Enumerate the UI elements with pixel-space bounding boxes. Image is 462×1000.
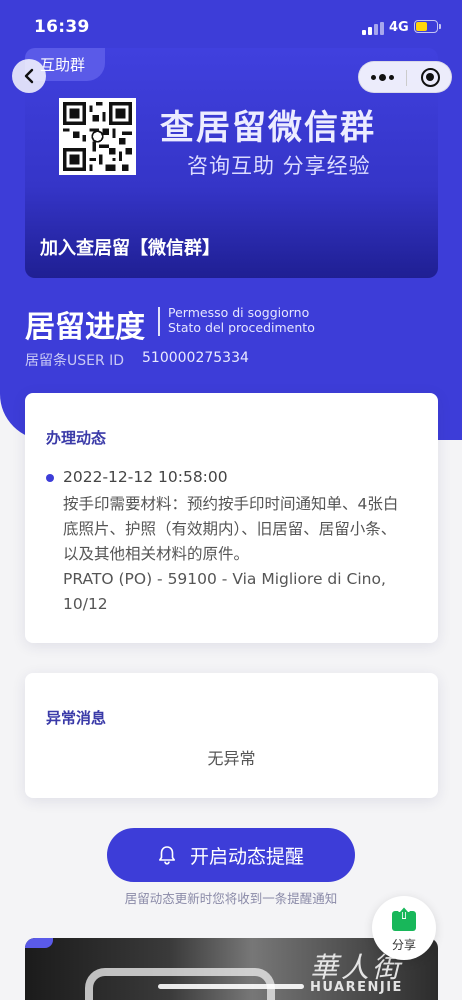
timeline-dot	[46, 474, 54, 482]
status-bar: 16:39 4G	[0, 0, 462, 50]
capsule-divider	[406, 70, 407, 86]
bell-icon	[158, 846, 175, 865]
event-line: 底照片、护照（有效期内）、旧居留、居留小条、	[63, 520, 397, 538]
join-wechat-group-link[interactable]: 加入查居留【微信群】	[40, 234, 220, 260]
share-button[interactable]: 分享	[372, 896, 436, 960]
share-icon	[392, 905, 416, 931]
user-id-label: 居留条USER ID	[25, 353, 125, 369]
enable-reminder-button[interactable]: 开启动态提醒	[107, 828, 355, 882]
event-time: 2022-12-12 10:58:00	[63, 468, 228, 486]
title-divider	[158, 307, 160, 336]
banner-subtitle: 咨询互助 分享经验	[187, 154, 371, 178]
page-title: 居留进度	[25, 310, 145, 345]
qr-code	[59, 98, 136, 175]
watermark-text: HUARENJIE	[310, 980, 403, 995]
event-description: 按手印需要材料：预约按手印时间通知单、4张白 底照片、护照（有效期内）、旧居留、…	[63, 492, 423, 617]
promo-tag	[25, 938, 53, 948]
miniprogram-capsule	[358, 61, 452, 93]
event-line: 10/12	[63, 595, 108, 613]
event-line: 按手印需要材料：预约按手印时间通知单、4张白	[63, 495, 399, 513]
user-id-value: 510000275334	[142, 350, 249, 366]
page-subtitle-line2: Stato del procedimento	[168, 320, 315, 335]
share-label: 分享	[391, 938, 416, 952]
anomaly-card-title: 异常消息	[46, 709, 107, 727]
event-line: 以及其他相关材料的原件。	[63, 545, 250, 563]
anomaly-card: 异常消息 无异常	[25, 673, 438, 798]
status-time: 16:39	[34, 17, 90, 37]
battery-cap	[439, 24, 441, 29]
signal-icon	[362, 22, 384, 35]
watermark-logo: 華人街 HUARENJIE	[296, 946, 456, 1000]
chevron-left-icon	[24, 68, 34, 84]
anomaly-message: 无异常	[207, 749, 256, 768]
battery-icon	[414, 20, 438, 33]
network-label: 4G	[389, 20, 409, 35]
event-line: PRATO (PO) - 59100 - Via Migliore di Cin…	[63, 570, 386, 588]
close-miniprogram-icon[interactable]	[421, 68, 440, 87]
progress-card: 办理动态 2022-12-12 10:58:00 按手印需要材料：预约按手印时间…	[25, 393, 438, 643]
progress-card-title: 办理动态	[46, 429, 107, 447]
enable-reminder-label: 开启动态提醒	[189, 845, 304, 868]
back-button[interactable]	[12, 59, 46, 93]
page-subtitle-line1: Permesso di soggiorno	[168, 305, 310, 320]
more-icon[interactable]	[359, 62, 406, 92]
banner-title: 查居留微信群	[160, 108, 376, 148]
home-indicator	[158, 984, 304, 989]
